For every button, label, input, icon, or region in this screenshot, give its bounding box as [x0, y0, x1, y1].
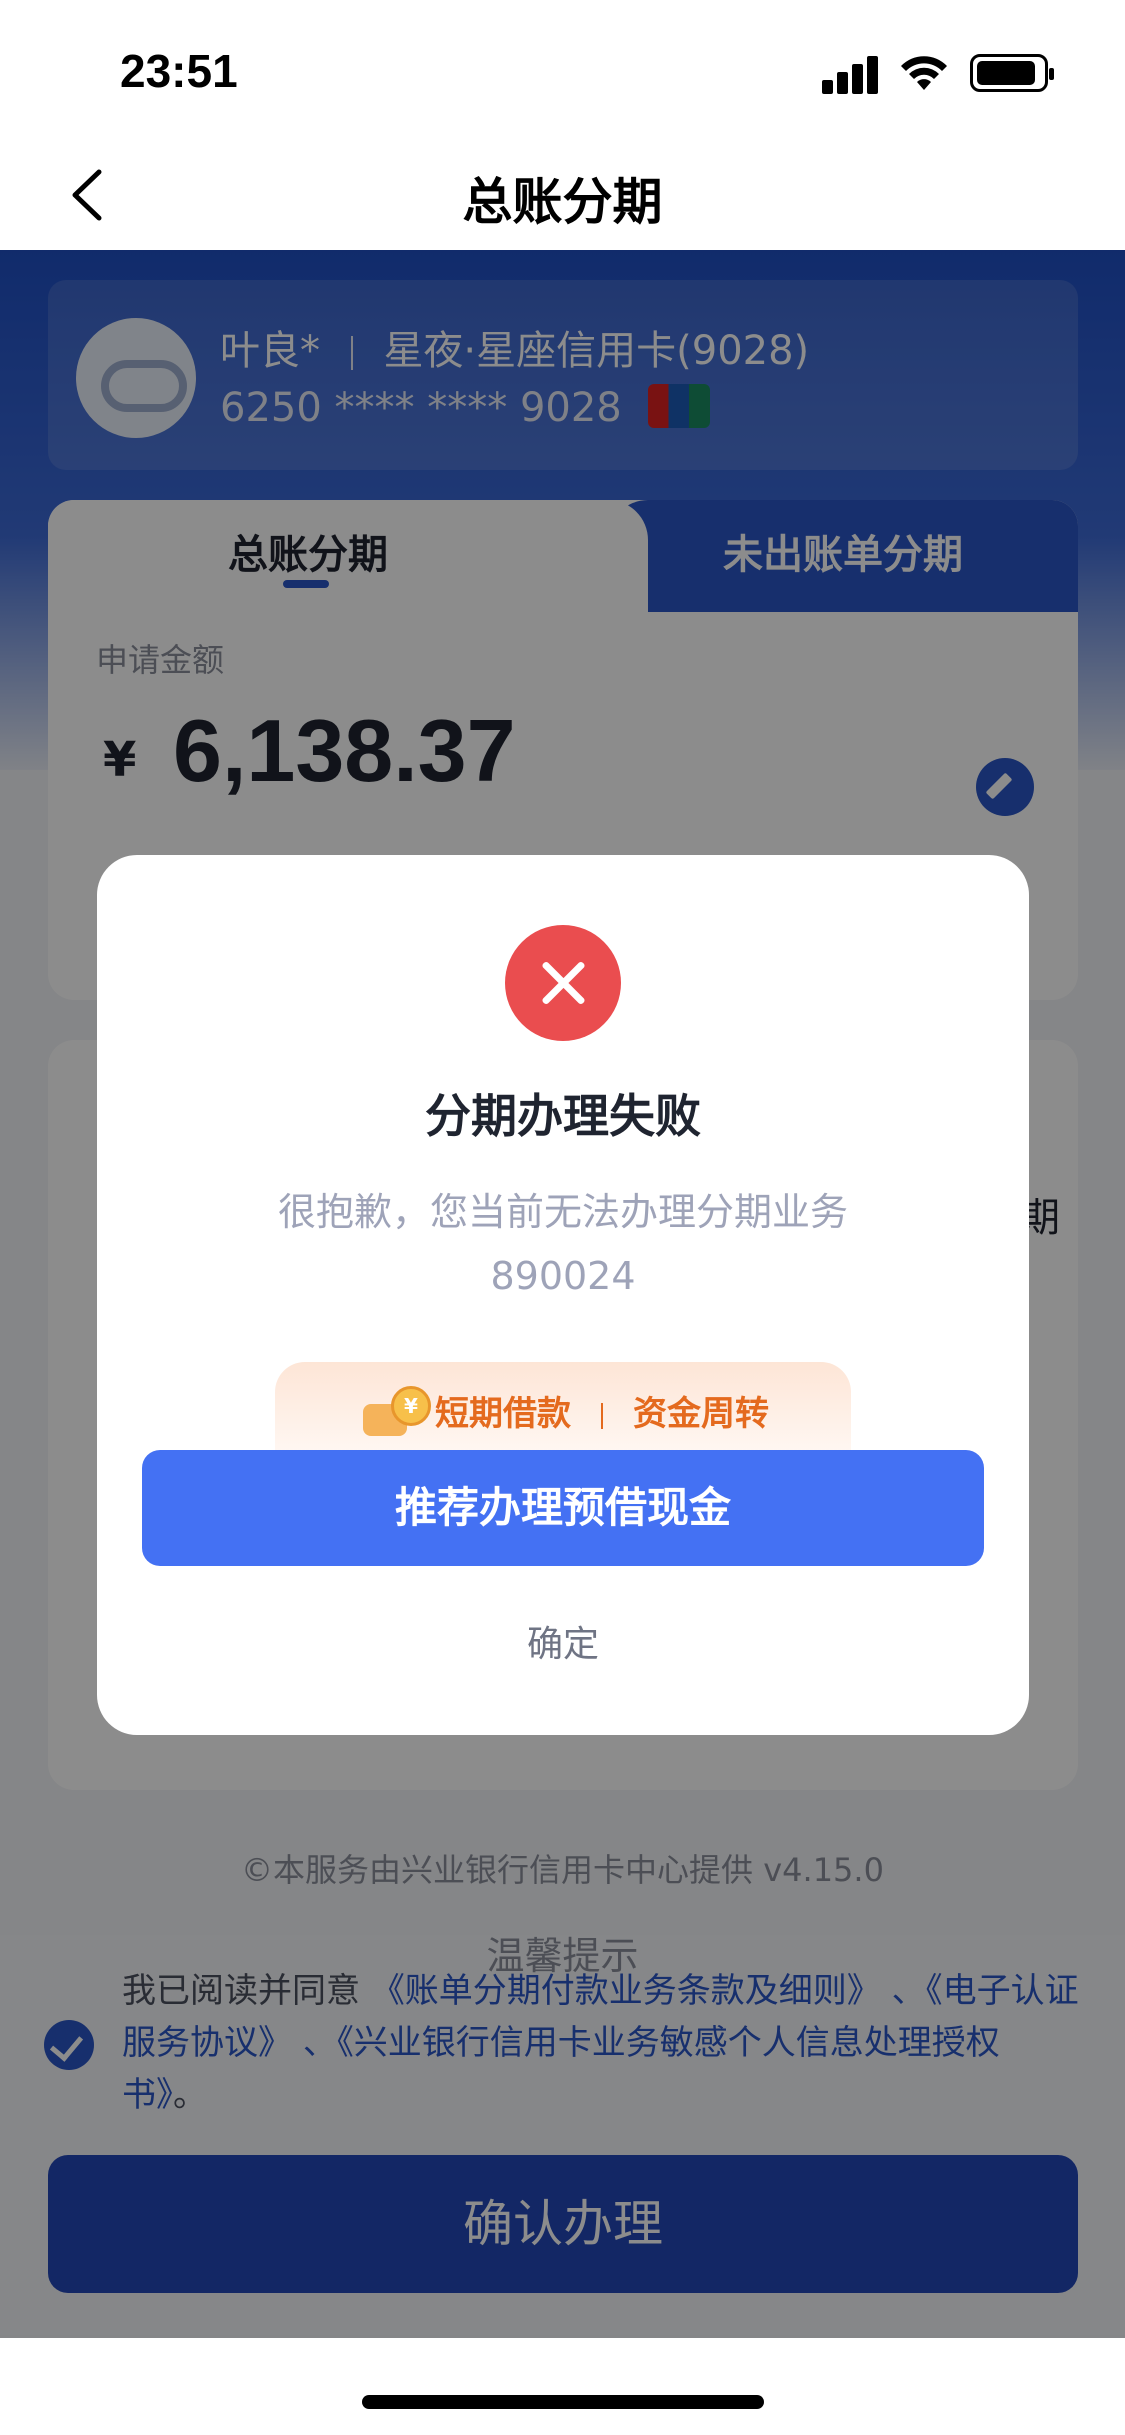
home-indicator-area [0, 2338, 1125, 2435]
coin: ¥ [391, 1386, 431, 1426]
wifi-icon [901, 56, 947, 90]
promo-text: 短期借款 资金周转 [435, 1386, 769, 1435]
cellular-signal-icon [822, 52, 882, 94]
dialog-message-text: 很抱歉，您当前无法办理分期业务 [277, 1190, 848, 1234]
navigation-bar: 总账分期 [0, 140, 1125, 250]
cash-advance-button[interactable]: 推荐办理预借现金 [142, 1450, 984, 1566]
battery-icon [970, 54, 1054, 92]
home-indicator[interactable] [362, 2395, 764, 2409]
coin-icon: ¥ [363, 1386, 433, 1440]
promo-divider [601, 1402, 603, 1429]
promo-item-cash-flow: 资金周转 [633, 1394, 769, 1434]
promo-item-short-loan: 短期借款 [435, 1394, 571, 1434]
promo-banner[interactable]: ¥ 短期借款 资金周转 [275, 1362, 851, 1452]
page-title: 总账分期 [462, 173, 663, 231]
dialog-message: 很抱歉，您当前无法办理分期业务 890024 [157, 1180, 969, 1308]
error-code: 890024 [490, 1254, 636, 1298]
dialog-title: 分期办理失败 [425, 1089, 701, 1143]
error-dialog: 分期办理失败 很抱歉，您当前无法办理分期业务 890024 ¥ 短期借款 资金周转… [97, 855, 1029, 1735]
status-bar: 23:51 [0, 0, 1125, 140]
error-close-icon [505, 925, 621, 1041]
status-time: 23:51 [120, 45, 238, 97]
ok-button[interactable]: 确定 [97, 1615, 1029, 1667]
